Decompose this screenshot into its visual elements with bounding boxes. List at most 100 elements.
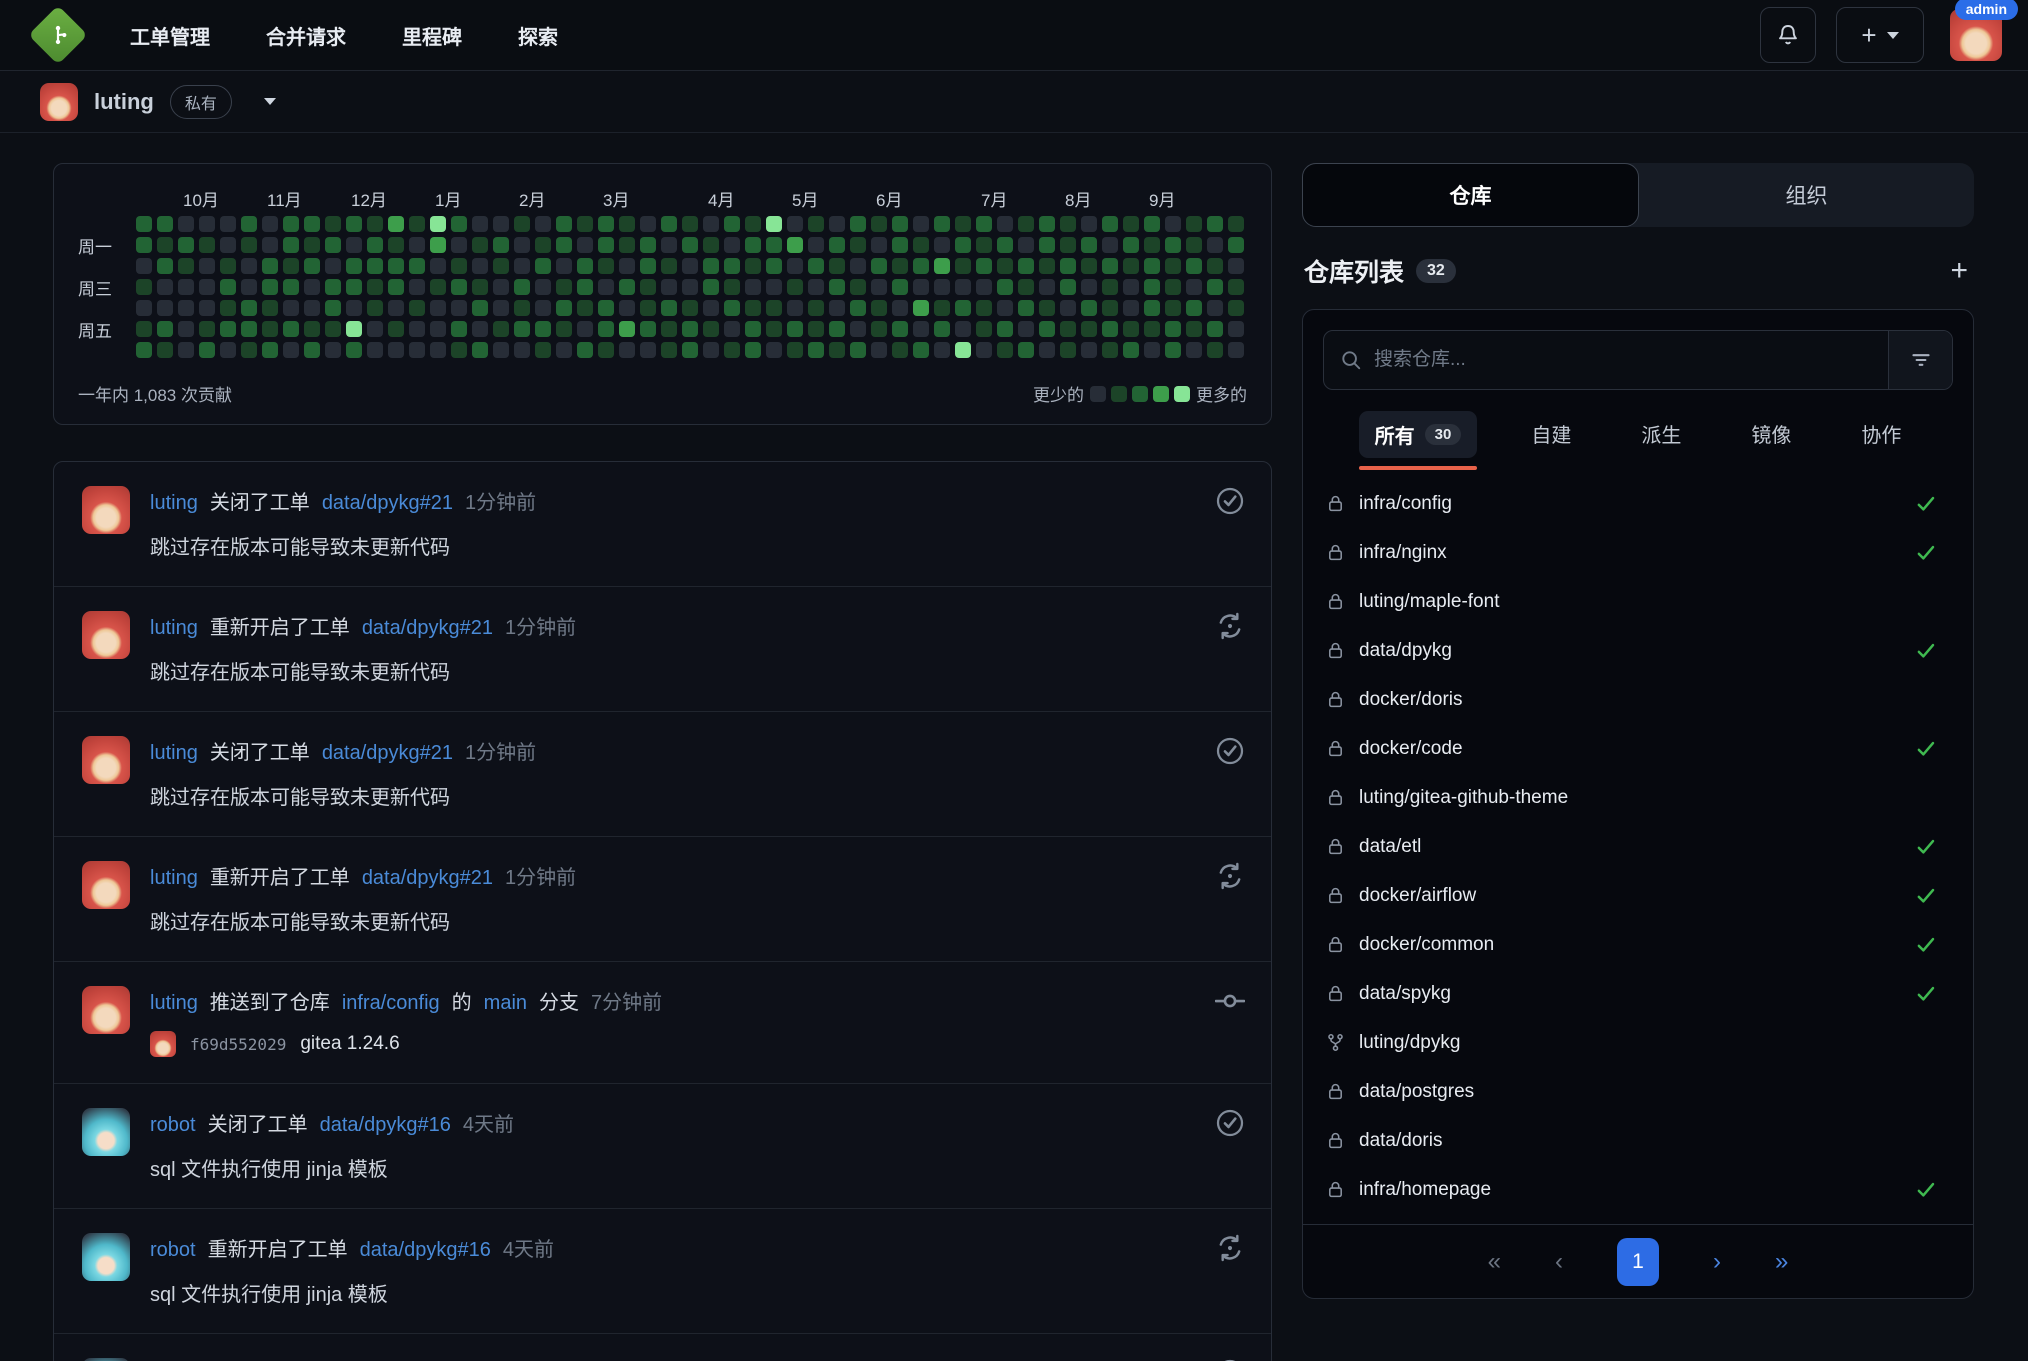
heatmap-cell[interactable] bbox=[850, 321, 866, 337]
heatmap-cell[interactable] bbox=[619, 237, 635, 253]
heatmap-cell[interactable] bbox=[1123, 279, 1139, 295]
heatmap-cell[interactable] bbox=[640, 321, 656, 337]
heatmap-cell[interactable] bbox=[535, 321, 551, 337]
heatmap-cell[interactable] bbox=[871, 237, 887, 253]
heatmap-cell[interactable] bbox=[1102, 342, 1118, 358]
heatmap-cell[interactable] bbox=[1060, 342, 1076, 358]
repo-filter-tab[interactable]: 派生 bbox=[1625, 410, 1697, 471]
repo-filter-tab[interactable]: 镜像 bbox=[1735, 410, 1807, 471]
heatmap-cell[interactable] bbox=[892, 237, 908, 253]
heatmap-cell[interactable] bbox=[1060, 216, 1076, 232]
heatmap-cell[interactable] bbox=[451, 300, 467, 316]
heatmap-cell[interactable] bbox=[892, 342, 908, 358]
heatmap-cell[interactable] bbox=[556, 237, 572, 253]
repo-filter-button[interactable] bbox=[1888, 331, 1952, 389]
repo-row[interactable]: luting/dpykg bbox=[1303, 1018, 1973, 1067]
heatmap-cell[interactable] bbox=[1165, 258, 1181, 274]
heatmap-cell[interactable] bbox=[157, 258, 173, 274]
heatmap-cell[interactable] bbox=[1123, 321, 1139, 337]
heatmap-cell[interactable] bbox=[409, 300, 425, 316]
heatmap-cell[interactable] bbox=[241, 321, 257, 337]
heatmap-cell[interactable] bbox=[346, 237, 362, 253]
heatmap-cell[interactable] bbox=[598, 216, 614, 232]
heatmap-cell[interactable] bbox=[871, 300, 887, 316]
heatmap-cell[interactable] bbox=[283, 258, 299, 274]
heatmap-cell[interactable] bbox=[262, 258, 278, 274]
heatmap-cell[interactable] bbox=[1018, 216, 1034, 232]
heatmap-cell[interactable] bbox=[1018, 237, 1034, 253]
heatmap-cell[interactable] bbox=[892, 300, 908, 316]
heatmap-cell[interactable] bbox=[976, 279, 992, 295]
heatmap-cell[interactable] bbox=[724, 342, 740, 358]
heatmap-cell[interactable] bbox=[514, 321, 530, 337]
heatmap-cell[interactable] bbox=[241, 300, 257, 316]
heatmap-cell[interactable] bbox=[1165, 216, 1181, 232]
heatmap-cell[interactable] bbox=[1039, 216, 1055, 232]
gitea-logo[interactable] bbox=[26, 14, 90, 56]
heatmap-cell[interactable] bbox=[1144, 300, 1160, 316]
feed-avatar[interactable] bbox=[82, 486, 130, 534]
heatmap-cell[interactable] bbox=[178, 258, 194, 274]
pagination-item[interactable]: › bbox=[1713, 1248, 1721, 1276]
heatmap-cell[interactable] bbox=[262, 342, 278, 358]
heatmap-cell[interactable] bbox=[1228, 300, 1244, 316]
heatmap-cell[interactable] bbox=[913, 258, 929, 274]
heatmap-cell[interactable] bbox=[745, 216, 761, 232]
heatmap-cell[interactable] bbox=[409, 321, 425, 337]
heatmap-cell[interactable] bbox=[493, 258, 509, 274]
heatmap-cell[interactable] bbox=[808, 237, 824, 253]
heatmap-cell[interactable] bbox=[577, 258, 593, 274]
repo-filter-tab[interactable]: 自建 bbox=[1515, 410, 1587, 471]
pagination-item[interactable]: ‹ bbox=[1555, 1248, 1563, 1276]
heatmap-cell[interactable] bbox=[283, 237, 299, 253]
heatmap-cell[interactable] bbox=[682, 258, 698, 274]
feed-target-link[interactable]: data/dpykg#16 bbox=[360, 1239, 491, 1262]
heatmap-cell[interactable] bbox=[682, 342, 698, 358]
heatmap-cell[interactable] bbox=[829, 300, 845, 316]
notifications-button[interactable] bbox=[1760, 7, 1816, 63]
heatmap-cell[interactable] bbox=[808, 300, 824, 316]
heatmap-cell[interactable] bbox=[178, 321, 194, 337]
heatmap-cell[interactable] bbox=[703, 258, 719, 274]
heatmap-cell[interactable] bbox=[766, 258, 782, 274]
heatmap-cell[interactable] bbox=[724, 321, 740, 337]
heatmap-cell[interactable] bbox=[556, 258, 572, 274]
heatmap-cell[interactable] bbox=[1039, 321, 1055, 337]
heatmap-cell[interactable] bbox=[1228, 321, 1244, 337]
heatmap-cell[interactable] bbox=[640, 258, 656, 274]
heatmap-cell[interactable] bbox=[346, 342, 362, 358]
heatmap-cell[interactable] bbox=[136, 258, 152, 274]
heatmap-cell[interactable] bbox=[220, 216, 236, 232]
heatmap-cell[interactable] bbox=[997, 279, 1013, 295]
heatmap-cell[interactable] bbox=[199, 300, 215, 316]
heatmap-cell[interactable] bbox=[955, 342, 971, 358]
heatmap-cell[interactable] bbox=[955, 237, 971, 253]
heatmap-cell[interactable] bbox=[661, 321, 677, 337]
heatmap-cell[interactable] bbox=[304, 258, 320, 274]
heatmap-cell[interactable] bbox=[241, 279, 257, 295]
heatmap-cell[interactable] bbox=[304, 300, 320, 316]
heatmap-cell[interactable] bbox=[1102, 321, 1118, 337]
heatmap-cell[interactable] bbox=[535, 258, 551, 274]
heatmap-cell[interactable] bbox=[472, 258, 488, 274]
feed-avatar[interactable] bbox=[82, 611, 130, 659]
heatmap-cell[interactable] bbox=[220, 300, 236, 316]
nav-menu-item[interactable]: 探索 bbox=[518, 21, 558, 50]
heatmap-cell[interactable] bbox=[661, 300, 677, 316]
heatmap-cell[interactable] bbox=[430, 279, 446, 295]
heatmap-cell[interactable] bbox=[493, 300, 509, 316]
heatmap-cell[interactable] bbox=[514, 279, 530, 295]
heatmap-cell[interactable] bbox=[262, 279, 278, 295]
heatmap-cell[interactable] bbox=[976, 216, 992, 232]
heatmap-cell[interactable] bbox=[1144, 237, 1160, 253]
heatmap-cell[interactable] bbox=[1081, 216, 1097, 232]
heatmap-cell[interactable] bbox=[430, 237, 446, 253]
heatmap-cell[interactable] bbox=[640, 300, 656, 316]
heatmap-cell[interactable] bbox=[1144, 216, 1160, 232]
heatmap-cell[interactable] bbox=[472, 342, 488, 358]
heatmap-cell[interactable] bbox=[388, 342, 404, 358]
heatmap-cell[interactable] bbox=[430, 342, 446, 358]
heatmap-cell[interactable] bbox=[1186, 342, 1202, 358]
feed-branch-link[interactable]: main bbox=[484, 992, 527, 1015]
heatmap-cell[interactable] bbox=[325, 279, 341, 295]
